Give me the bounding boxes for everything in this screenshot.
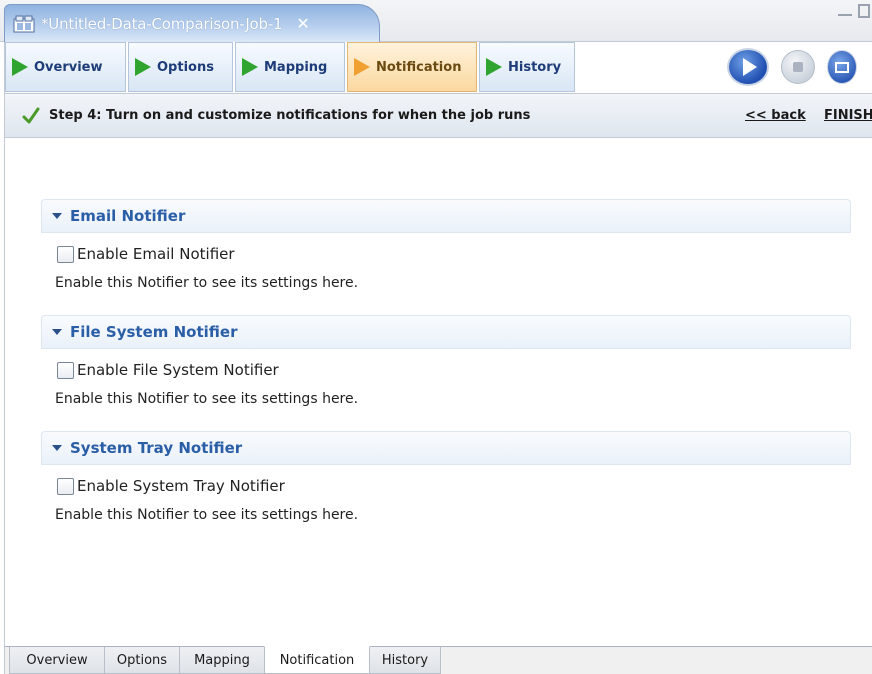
section-header[interactable]: Email Notifier [41, 199, 851, 233]
arrow-right-icon [135, 58, 151, 76]
nav-label: Overview [34, 59, 103, 75]
step-bar: Step 4: Turn on and customize notificati… [4, 93, 872, 138]
nav-label: Options [157, 59, 214, 75]
stop-icon[interactable] [781, 50, 815, 84]
console-icon[interactable] [827, 50, 857, 84]
section-title: Email Notifier [70, 207, 186, 225]
checkbox-label[interactable]: Enable Email Notifier [77, 245, 235, 263]
checkbox-label[interactable]: Enable System Tray Notifier [77, 477, 285, 495]
chevron-down-icon[interactable] [52, 213, 62, 219]
run-controls [727, 48, 857, 86]
play-icon[interactable] [727, 48, 769, 86]
wizard-nav: Overview Options Mapping Notification Hi… [4, 42, 872, 93]
window-controls [838, 4, 870, 18]
email-notifier-section: Email Notifier Enable Email Notifier Ena… [41, 199, 851, 291]
enable-file-system-notifier-checkbox[interactable] [57, 361, 74, 379]
editor-tab-title: *Untitled-Data-Comparison-Job-1 [41, 14, 283, 33]
tab-overview[interactable]: Overview [9, 647, 105, 674]
enable-system-tray-notifier-checkbox-row[interactable]: Enable System Tray Notifier [57, 477, 851, 495]
enable-email-notifier-checkbox[interactable] [57, 245, 74, 263]
tab-notification[interactable]: Notification [264, 646, 370, 674]
back-link[interactable]: << back [745, 108, 806, 123]
chevron-down-icon[interactable] [52, 445, 62, 451]
tab-mapping[interactable]: Mapping [179, 647, 265, 674]
tab-options[interactable]: Options [104, 647, 180, 674]
editor-tab-bar: *Untitled-Data-Comparison-Job-1 ✕ [0, 0, 872, 42]
arrow-right-icon [354, 58, 370, 76]
checkbox-label[interactable]: Enable File System Notifier [77, 361, 279, 379]
arrow-right-icon [242, 58, 258, 76]
enable-file-system-notifier-checkbox-row[interactable]: Enable File System Notifier [57, 361, 851, 379]
section-hint: Enable this Notifier to see its settings… [55, 507, 359, 523]
nav-mapping-button[interactable]: Mapping [235, 42, 345, 92]
nav-history-button[interactable]: History [479, 42, 575, 92]
finish-link[interactable]: FINISH [824, 108, 872, 123]
notification-content: Email Notifier Enable Email Notifier Ena… [4, 138, 872, 646]
section-hint: Enable this Notifier to see its settings… [55, 275, 359, 291]
nav-notification-button[interactable]: Notification [347, 42, 477, 92]
editor-tab[interactable]: *Untitled-Data-Comparison-Job-1 ✕ [4, 4, 380, 42]
chevron-down-icon[interactable] [52, 329, 62, 335]
nav-overview-button[interactable]: Overview [5, 42, 126, 92]
tab-history[interactable]: History [369, 647, 441, 674]
arrow-right-icon [486, 58, 502, 76]
nav-label: History [508, 59, 562, 75]
nav-label: Mapping [264, 59, 328, 75]
minimize-icon[interactable] [838, 4, 852, 16]
section-title: System Tray Notifier [70, 439, 243, 457]
step-description: Step 4: Turn on and customize notificati… [49, 108, 531, 123]
bottom-tab-bar: Overview Options Mapping Notification Hi… [4, 646, 872, 674]
checkmark-icon [22, 107, 40, 123]
arrow-right-icon [12, 58, 28, 76]
nav-options-button[interactable]: Options [128, 42, 233, 92]
section-header[interactable]: System Tray Notifier [41, 431, 851, 465]
job-icon [13, 15, 35, 32]
file-system-notifier-section: File System Notifier Enable File System … [41, 315, 851, 407]
close-icon[interactable]: ✕ [296, 14, 309, 33]
enable-system-tray-notifier-checkbox[interactable] [57, 477, 74, 495]
section-hint: Enable this Notifier to see its settings… [55, 391, 359, 407]
section-header[interactable]: File System Notifier [41, 315, 851, 349]
system-tray-notifier-section: System Tray Notifier Enable System Tray … [41, 431, 851, 523]
enable-email-notifier-checkbox-row[interactable]: Enable Email Notifier [57, 245, 851, 263]
maximize-icon[interactable] [858, 4, 870, 18]
section-title: File System Notifier [70, 323, 238, 341]
nav-label: Notification [376, 59, 462, 75]
